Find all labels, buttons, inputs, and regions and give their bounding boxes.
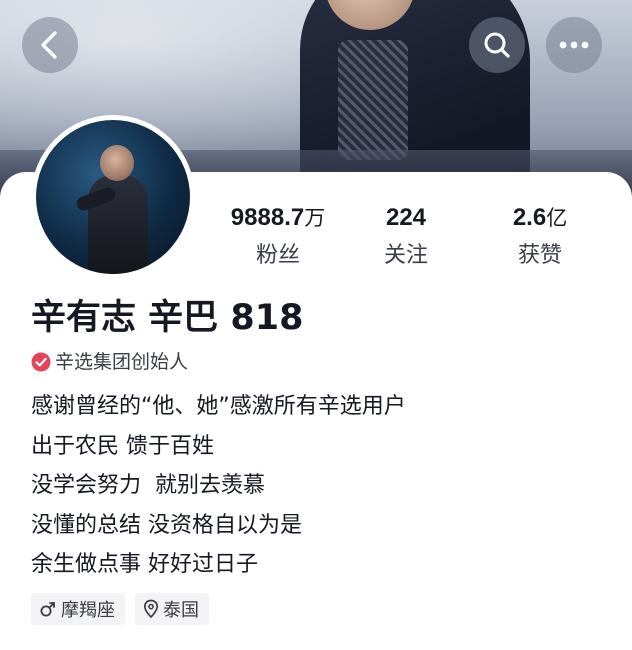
search-button[interactable] — [469, 17, 525, 73]
profile-name: 辛有志 辛巴 818 — [31, 298, 304, 338]
male-icon — [40, 602, 55, 617]
stat-likes-number: 2.6 — [512, 204, 547, 231]
stat-likes[interactable]: 2.6亿 获赞 — [470, 203, 610, 269]
location-pin-icon — [143, 599, 159, 618]
bio-line: 余生做点事 好好过日子 — [31, 552, 258, 577]
avatar-photo — [36, 120, 190, 274]
more-horizontal-icon — [559, 41, 589, 49]
bio-line: 没学会努力 就别去羡慕 — [31, 473, 265, 498]
avatar-head — [100, 145, 134, 181]
more-button[interactable] — [546, 17, 602, 73]
verified-text: 辛选集团创始人 — [55, 351, 189, 373]
back-button[interactable] — [22, 17, 78, 73]
stat-likes-unit: 亿 — [546, 206, 568, 230]
stat-following-label: 关注 — [383, 243, 428, 268]
profile-tags: 摩羯座 泰国 — [31, 593, 219, 625]
stat-fans-number: 9888.7 — [230, 204, 305, 231]
tag-location[interactable]: 泰国 — [135, 593, 209, 625]
stat-fans-label: 粉丝 — [255, 243, 300, 268]
cover-sparkle-jacket — [338, 40, 408, 160]
verified-check-icon — [31, 352, 51, 372]
stat-fans[interactable]: 9888.7万 粉丝 — [208, 203, 348, 269]
bio-line: 出于农民 馈于百姓 — [31, 433, 214, 459]
stat-fans-unit: 万 — [304, 206, 326, 230]
search-icon — [484, 32, 510, 58]
profile-bio: 感谢曾经的“他、她”感激所有辛选用户 出于农民 馈于百姓 没学会努力 就别去羡慕… — [31, 387, 406, 585]
stat-following[interactable]: 224 关注 — [336, 203, 476, 269]
bio-line: 感谢曾经的“他、她”感激所有辛选用户 — [31, 394, 406, 419]
stat-following-value: 224 — [336, 203, 476, 233]
stat-likes-value: 2.6亿 — [470, 203, 610, 233]
tag-location-label: 泰国 — [163, 600, 199, 621]
tag-zodiac[interactable]: 摩羯座 — [31, 593, 125, 625]
avatar[interactable] — [31, 115, 195, 279]
tag-zodiac-label: 摩羯座 — [61, 600, 115, 621]
stat-following-number: 224 — [385, 204, 427, 231]
chevron-left-icon — [41, 31, 57, 59]
profile-stats: 9888.7万 粉丝 224 关注 2.6亿 获赞 — [208, 203, 618, 273]
stat-likes-label: 获赞 — [517, 243, 562, 268]
bio-line: 没懂的总结 没资格自以为是 — [31, 512, 302, 538]
stat-fans-value: 9888.7万 — [208, 203, 348, 233]
verified-badge: 辛选集团创始人 — [31, 349, 188, 375]
